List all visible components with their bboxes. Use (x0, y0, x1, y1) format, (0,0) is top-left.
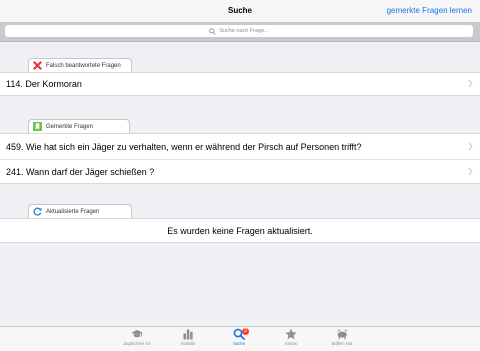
star-icon (285, 328, 297, 340)
animal-icon (337, 329, 347, 340)
search-placeholder: Suche nach Frage... (219, 28, 269, 34)
learn-bookmarked-button[interactable]: gemerkte Fragen lernen (387, 6, 472, 15)
list-item[interactable]: 459. Wie hat sich ein Jäger zu verhalten… (0, 134, 480, 159)
tab-label: Suche (233, 341, 245, 346)
section-header-wrong: Falsch beantwortete Fragen (28, 58, 132, 72)
section-header-updated: Aktualisierte Fragen (28, 204, 132, 218)
tab-label: Statistik (180, 341, 196, 346)
tab-bueffeln[interactable]: Büffeln Nat (322, 328, 362, 350)
question-label: 114. Der Kormoran (6, 79, 82, 89)
red-x-icon (33, 61, 42, 70)
question-label: 459. Wie hat sich ein Jäger zu verhalten… (6, 141, 362, 152)
tab-label: Büffeln Nat (331, 341, 353, 346)
navigation-bar: Suche gemerkte Fragen lernen (0, 0, 480, 22)
tab-bar: Jagdschein SA Statistik 2 Suche Extras B… (0, 326, 480, 351)
section-title: Falsch beantwortete Fragen (46, 62, 121, 69)
tab-label: Jagdschein SA (123, 341, 151, 346)
green-bookmark-icon (33, 122, 42, 131)
blue-refresh-icon (33, 207, 42, 216)
tab-statistik[interactable]: Statistik (168, 328, 208, 350)
chevron-right-icon (468, 167, 473, 176)
list-item[interactable]: 241. Wann darf der Jäger schießen ? (0, 159, 480, 183)
wrong-answers-list: 114. Der Kormoran (0, 72, 480, 96)
tab-suche[interactable]: 2 Suche (219, 328, 259, 350)
tab-jagdschein[interactable]: Jagdschein SA (117, 328, 157, 350)
search-bar: Suche nach Frage... (0, 22, 480, 42)
list-item[interactable]: 114. Der Kormoran (0, 73, 480, 95)
tab-label: Extras (285, 341, 297, 346)
empty-message: Es wurden keine Fragen aktualisiert. (167, 225, 313, 236)
graduation-cap-icon (131, 330, 143, 338)
chevron-right-icon (468, 79, 473, 88)
search-icon (209, 27, 216, 35)
section-title: Aktualisierte Fragen (46, 208, 100, 215)
chevron-right-icon (468, 142, 473, 151)
question-label: 241. Wann darf der Jäger schießen ? (6, 166, 155, 177)
tab-extras[interactable]: Extras (271, 328, 311, 350)
search-input[interactable]: Suche nach Frage... (5, 25, 473, 37)
updated-list: Es wurden keine Fragen aktualisiert. (0, 218, 480, 243)
bookmarked-list: 459. Wie hat sich ein Jäger zu verhalten… (0, 133, 480, 184)
section-title: Gemerkte Fragen (46, 123, 94, 130)
notification-badge: 2 (242, 328, 249, 335)
section-header-bookmarked: Gemerkte Fragen (28, 119, 130, 133)
bar-chart-icon (183, 329, 193, 340)
